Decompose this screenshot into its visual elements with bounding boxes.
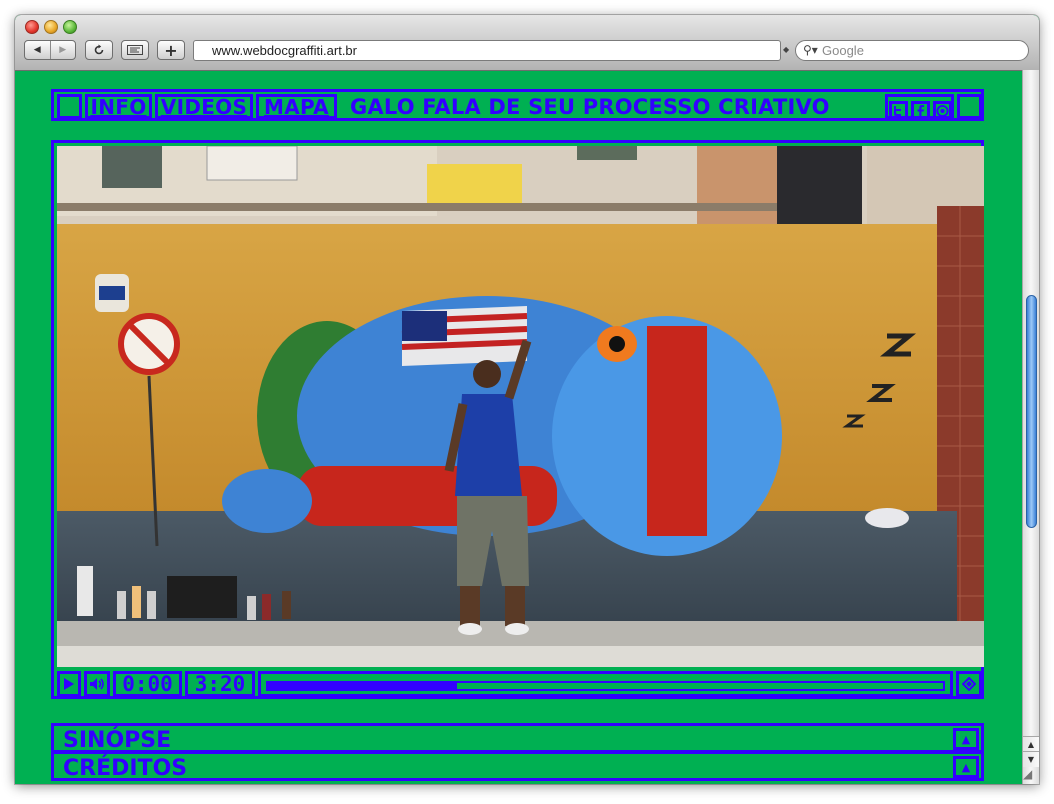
- minimize-window-button[interactable]: [44, 20, 58, 34]
- twitter-icon[interactable]: [889, 101, 908, 120]
- browser-toolbar: ◀ ▶ + www.webdocgraffiti.art.br ◆ Google…: [15, 15, 1039, 71]
- video-player: 0:00 3:20: [51, 140, 984, 699]
- scroll-up-arrow-icon[interactable]: ▲: [1023, 736, 1039, 752]
- search-icon: ⚲▾: [803, 43, 818, 57]
- current-time: 0:00: [113, 671, 182, 697]
- section-creditos-toggle[interactable]: ▲: [953, 756, 979, 778]
- search-field[interactable]: Google: [795, 40, 1029, 61]
- scrollbar-thumb[interactable]: [1026, 295, 1037, 528]
- duration: 3:20: [185, 671, 255, 697]
- progress-fill: [268, 683, 457, 689]
- forward-button[interactable]: ▶: [49, 41, 76, 59]
- back-forward-buttons: ◀ ▶: [24, 40, 76, 60]
- site-header-bar: INFO VIDEOS MAPA GALO FALA DE SEU PROCES…: [51, 89, 984, 121]
- section-sinopse[interactable]: SINÓPSE ▲: [51, 723, 984, 753]
- add-bookmark-button[interactable]: +: [157, 40, 185, 60]
- video-frame[interactable]: [57, 146, 984, 667]
- nav-mapa[interactable]: MAPA: [256, 94, 337, 119]
- fullscreen-icon: [962, 677, 976, 691]
- chevron-up-icon: ▲: [961, 732, 971, 746]
- play-icon: [64, 678, 74, 690]
- zoom-window-button[interactable]: [63, 20, 77, 34]
- resize-grip-icon[interactable]: ◢: [1023, 767, 1038, 783]
- reload-button[interactable]: [85, 40, 113, 60]
- progress-bar-outline: [266, 681, 945, 691]
- reload-icon: [94, 44, 104, 55]
- volume-button[interactable]: [84, 671, 110, 697]
- progress-track[interactable]: [258, 671, 953, 697]
- scroll-down-arrow-icon[interactable]: ▼: [1023, 751, 1039, 767]
- nav-videos[interactable]: VIDEOS: [155, 94, 253, 119]
- section-creditos[interactable]: CRÉDITOS ▲: [51, 751, 984, 781]
- player-controls: 0:00 3:20: [57, 669, 984, 699]
- vertical-scrollbar[interactable]: ▲ ▼: [1022, 70, 1039, 784]
- close-window-button[interactable]: [25, 20, 39, 34]
- snapback-button[interactable]: [121, 40, 149, 60]
- video-still: [57, 146, 984, 667]
- nav-info[interactable]: INFO: [85, 94, 152, 119]
- volume-icon: [90, 678, 104, 690]
- back-button[interactable]: ◀: [25, 41, 50, 59]
- play-button[interactable]: [57, 671, 81, 697]
- camera-icon[interactable]: [933, 101, 952, 120]
- address-bar[interactable]: www.webdocgraffiti.art.br: [193, 40, 781, 61]
- section-creditos-label: CRÉDITOS: [63, 756, 188, 781]
- snapback-icon: [127, 45, 143, 55]
- social-links: [885, 94, 954, 120]
- fullscreen-button[interactable]: [956, 671, 982, 697]
- video-title: GALO FALA DE SEU PROCESSO CRIATIVO: [350, 95, 830, 119]
- chevron-up-icon: ▲: [961, 760, 971, 774]
- browser-window: ◀ ▶ + www.webdocgraffiti.art.br ◆ Google…: [15, 15, 1039, 784]
- address-dropdown-icon[interactable]: ◆: [783, 45, 789, 54]
- current-time-text: 0:00: [122, 672, 173, 696]
- section-sinopse-label: SINÓPSE: [63, 728, 172, 753]
- header-left-square: [57, 94, 82, 119]
- duration-text: 3:20: [194, 672, 246, 696]
- section-sinopse-toggle[interactable]: ▲: [953, 728, 979, 750]
- facebook-icon[interactable]: [911, 101, 930, 120]
- header-right-square: [957, 94, 982, 119]
